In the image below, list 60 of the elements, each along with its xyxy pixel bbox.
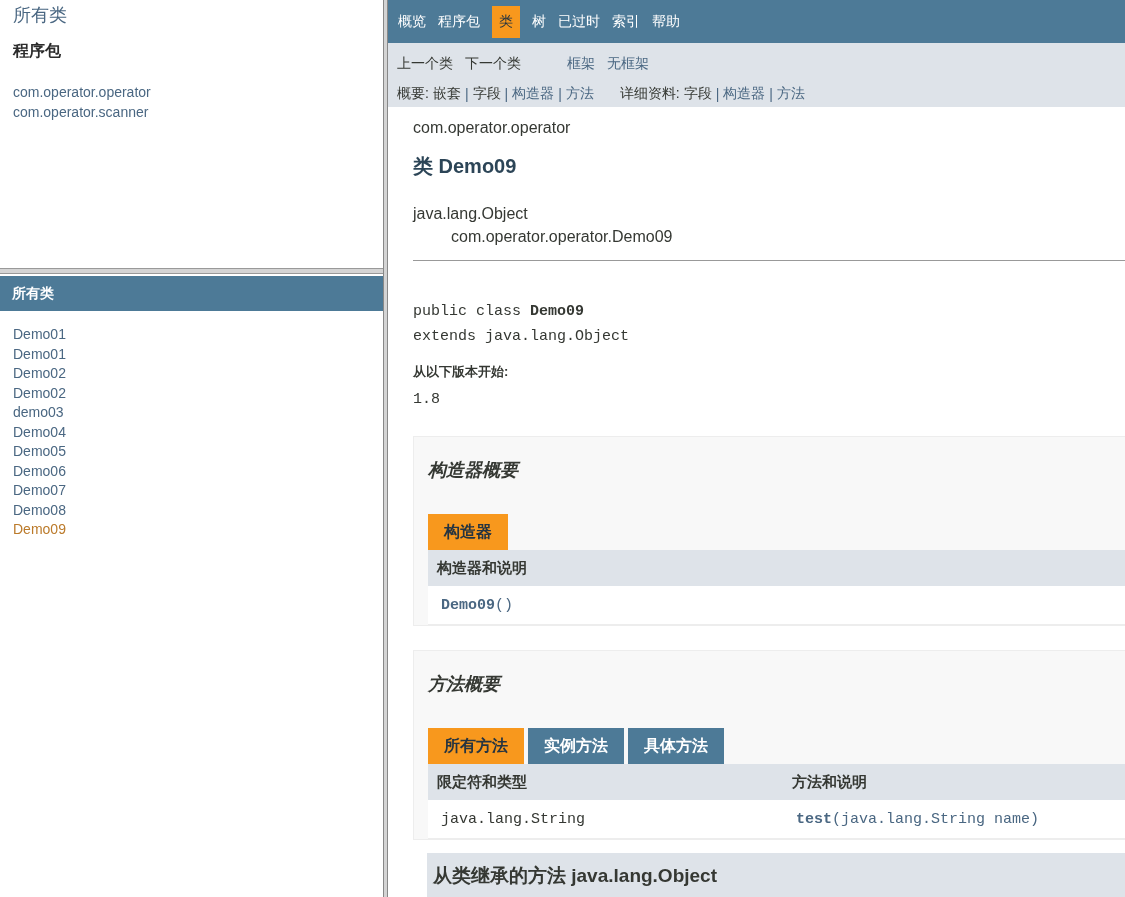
package-link[interactable]: com.operator.scanner xyxy=(13,102,149,122)
column-header: 构造器和说明 xyxy=(437,558,528,578)
class-link[interactable]: Demo09 xyxy=(13,520,66,540)
nav-label: 字段 xyxy=(472,85,501,103)
class-link[interactable]: Demo05 xyxy=(13,442,66,462)
nav-label: 嵌套 xyxy=(432,85,461,103)
class-link[interactable]: Demo02 xyxy=(13,383,66,403)
table-cell-text: test(java.lang.String name) xyxy=(796,810,1041,828)
page-title: 类 Demo09 xyxy=(413,154,518,179)
section-heading: 程序包 xyxy=(13,41,61,61)
class-link[interactable]: Demo06 xyxy=(13,461,66,481)
class-link[interactable]: Demo01 xyxy=(13,325,66,345)
nav-label: 概要: xyxy=(397,85,429,103)
nav-link[interactable]: 框架 xyxy=(567,55,595,73)
column-header: 限定符和类型 xyxy=(437,772,528,792)
class-link[interactable]: Demo04 xyxy=(13,422,66,442)
separator-text: | xyxy=(769,86,773,102)
nav-tab[interactable]: 概览 xyxy=(393,5,431,38)
class-link[interactable]: demo03 xyxy=(13,403,64,423)
class-name: com.operator.operator.Demo09 xyxy=(451,228,673,245)
nav-tab[interactable]: 类 xyxy=(492,5,520,38)
nav-link[interactable]: 无框架 xyxy=(607,55,649,73)
section-heading: 从类继承的方法 java.lang.Object xyxy=(433,865,717,886)
all-classes-link[interactable]: 所有类 xyxy=(13,3,67,27)
package-link[interactable]: com.operator.operator xyxy=(13,83,151,103)
class-signature: public class Demo09 xyxy=(413,303,585,320)
nav-link[interactable]: 方法 xyxy=(777,85,805,103)
separator-text: | xyxy=(504,86,509,102)
superclass-name: java.lang.Object xyxy=(413,205,528,222)
nav-label: 上一个类 xyxy=(397,55,453,73)
class-link[interactable]: Demo02 xyxy=(13,364,66,384)
nav-label: 字段 xyxy=(683,85,712,103)
separator-text: | xyxy=(464,86,469,102)
separator-text: | xyxy=(558,86,562,102)
since-label: 从以下版本开始: xyxy=(413,363,509,381)
nav-tab[interactable]: 帮助 xyxy=(647,5,685,38)
class-link[interactable]: Demo01 xyxy=(13,344,66,364)
table-cell-text: java.lang.String xyxy=(441,810,587,828)
table-tab[interactable]: 构造器 xyxy=(428,514,508,550)
panel-title: 所有类 xyxy=(12,284,54,303)
nav-link[interactable]: 构造器 xyxy=(723,85,766,103)
nav-link[interactable]: 方法 xyxy=(565,85,594,103)
table-tab[interactable]: 具体方法 xyxy=(628,728,724,764)
nav-tab[interactable]: 树 xyxy=(527,5,551,38)
nav-label: 详细资料: xyxy=(619,85,680,103)
separator-text: | xyxy=(715,86,720,102)
since-value: 1.8 xyxy=(413,391,440,408)
table-tab[interactable]: 实例方法 xyxy=(528,728,624,764)
class-link[interactable]: Demo08 xyxy=(13,500,66,520)
nav-tab[interactable]: 程序包 xyxy=(433,5,485,38)
class-link[interactable]: Demo07 xyxy=(13,481,66,501)
nav-label: 下一个类 xyxy=(465,55,521,73)
table-tab[interactable]: 所有方法 xyxy=(428,728,524,764)
nav-link[interactable]: 构造器 xyxy=(512,85,555,103)
column-header: 方法和说明 xyxy=(792,772,868,792)
class-signature: extends java.lang.Object xyxy=(413,328,630,345)
nav-tab[interactable]: 已过时 xyxy=(553,5,605,38)
table-cell-text: Demo09() xyxy=(441,596,515,614)
nav-tab[interactable]: 索引 xyxy=(607,5,645,38)
package-name: com.operator.operator xyxy=(413,119,571,137)
